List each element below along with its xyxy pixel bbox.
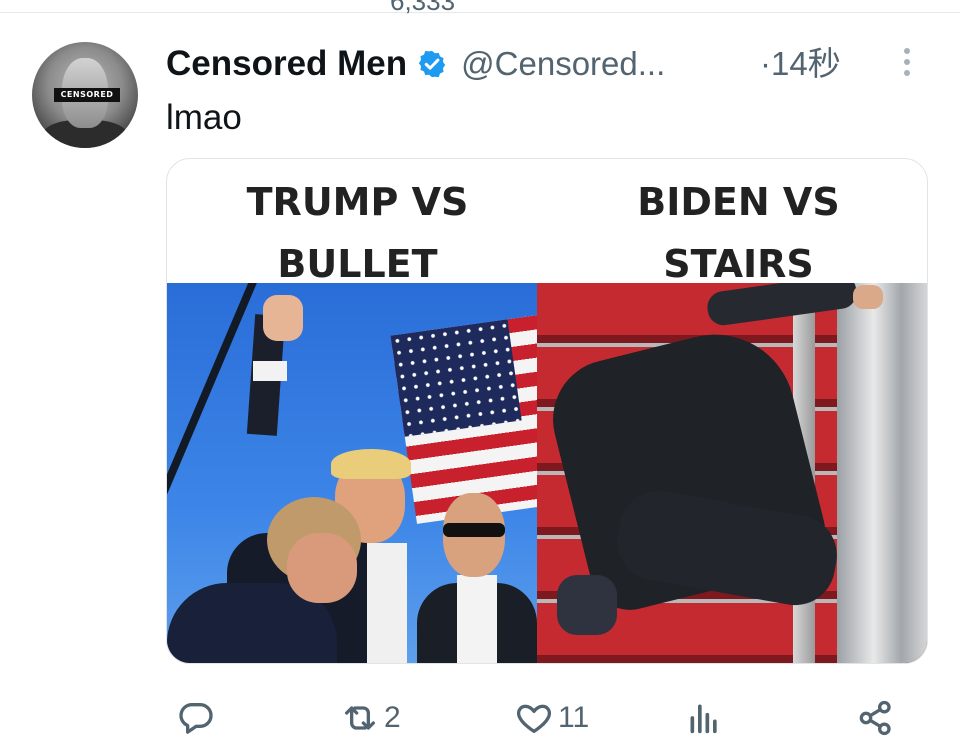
agent-right-collar (457, 575, 497, 663)
reply-icon (179, 703, 213, 734)
photo-left-rally (167, 283, 537, 663)
sunglasses (443, 523, 505, 537)
figure-shoe (557, 575, 617, 635)
figure-hair (331, 449, 411, 479)
avatar-censored-bar: CENSORED (54, 88, 120, 102)
figure-shirt (367, 543, 407, 663)
more-options-icon[interactable] (892, 44, 922, 84)
figure-hand (853, 285, 883, 309)
views-icon (690, 704, 717, 734)
retweet-count: 2 (384, 701, 401, 734)
reply-button[interactable] (176, 690, 220, 746)
retweet-button[interactable]: 2 (340, 690, 401, 746)
author-handle[interactable]: @Censored... (461, 45, 665, 83)
tweet-header: Censored Men @Censored... (166, 40, 665, 88)
author-name[interactable]: Censored Men (166, 44, 407, 84)
avatar[interactable]: CENSORED (32, 42, 138, 148)
previous-tweet-stat: 6,333 (390, 0, 456, 16)
tweet-actions: 2 11 (0, 690, 960, 748)
stair-railing (837, 283, 927, 663)
top-divider (0, 12, 960, 13)
retweet-icon (345, 706, 375, 730)
share-button[interactable] (856, 690, 900, 746)
like-button[interactable]: 11 (514, 690, 589, 746)
caption-right: BIDEN VS STAIRS (637, 180, 840, 286)
views-button[interactable] (684, 690, 728, 746)
heart-icon (516, 704, 552, 733)
agent-left-face (287, 533, 357, 603)
shirt-cuff (253, 361, 287, 381)
american-flag (390, 312, 537, 524)
photo-right-stairs (537, 283, 927, 663)
tweet-text: lmao (166, 98, 242, 137)
tweet-timestamp[interactable]: ·14秒 (760, 40, 841, 88)
tweet-media-image[interactable]: TRUMP VS BULLET BIDEN VS STAIRS (166, 158, 928, 664)
caption-left: TRUMP VS BULLET (246, 180, 469, 286)
like-count: 11 (558, 701, 590, 734)
raised-fist (263, 295, 303, 341)
share-icon (859, 700, 891, 736)
verified-badge-icon[interactable] (417, 49, 447, 79)
